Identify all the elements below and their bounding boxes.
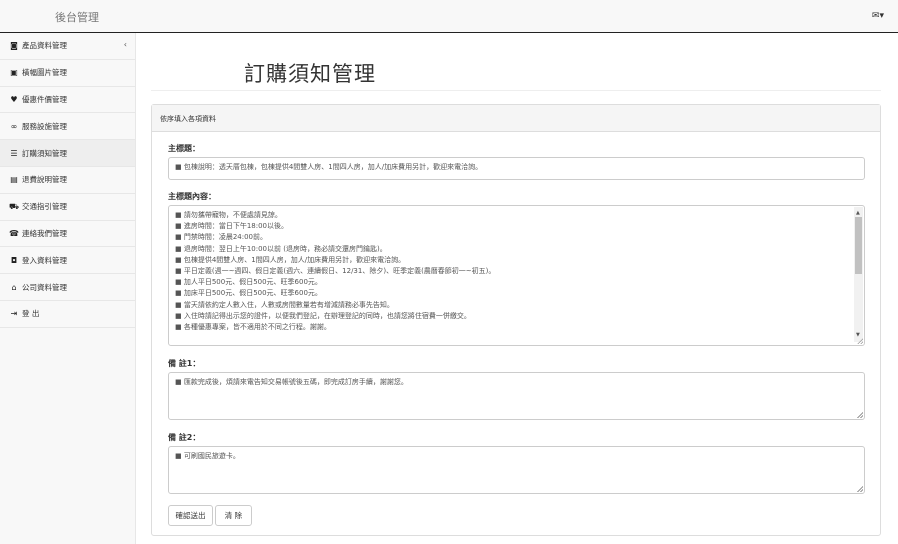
link-icon: ∞ xyxy=(10,121,18,131)
resize-handle-icon[interactable] xyxy=(857,338,863,344)
content-line: ■ 平日定義(週一~週四、假日定義(週六、連續假日、12/31、除夕)、旺季定義… xyxy=(175,267,496,276)
resize-handle-icon[interactable] xyxy=(857,486,863,492)
sidebar-item-logout[interactable]: ⇥ 登 出 xyxy=(0,301,135,328)
content-line: ■ 各種優惠專案，皆不適用於不同之行程。謝謝。 xyxy=(175,323,331,332)
sidebar-item-login-data[interactable]: ◘ 登入資料管理 xyxy=(0,247,135,275)
top-navbar: 後台管理 ✉▾ xyxy=(0,0,898,33)
content-line: ■ 包棟提供4間雙人房、1間四人房，加人/加床費用另計，歡迎來電洽詢。 xyxy=(175,255,406,264)
title-divider xyxy=(151,90,881,91)
users-icon: ◘ xyxy=(10,255,18,265)
content-line: ■ 請勿攜帶寵物，不便處請見諒。 xyxy=(175,211,282,219)
document-icon: ▤ xyxy=(10,175,18,185)
chevron-left-icon[interactable]: ‹ xyxy=(124,40,127,49)
sidebar-item-products[interactable]: ◙ 產品資料管理 ‹ xyxy=(0,33,135,60)
car-icon: ⛟ xyxy=(8,201,20,211)
user-menu-toggle[interactable]: ✉▾ xyxy=(872,11,884,21)
subject-label: 主標題： xyxy=(168,144,200,153)
logout-icon: ⇥ xyxy=(10,309,18,319)
heart-icon: ♥ xyxy=(10,94,18,104)
image-icon: ▣ xyxy=(10,68,18,78)
note2-text: ■ 可刷國民旅遊卡。 xyxy=(175,452,240,460)
sidebar-item-label: 連絡我們管理 xyxy=(22,228,67,238)
sidebar-item-label: 登 出 xyxy=(22,309,40,319)
content-line: ■ 退房時間：翌日上午10:00以前 (退房時，務必請交還房門鑰匙)。 xyxy=(175,244,387,253)
content-line: ■ 加人平日500元、假日500元、旺季600元。 xyxy=(175,278,322,287)
sidebar-item-label: 橫幅圖片管理 xyxy=(22,68,67,78)
sidebar-item-label: 服務設施管理 xyxy=(22,121,67,131)
content-line: ■ 當天請依約定人數入住，人數或房間數量若有增減請務必事先告知。 xyxy=(175,300,394,309)
subject-input[interactable]: ■ 包棟說明：透天厝包棟，包棟提供4間雙人房、1間四人房，加人/加床費用另計，歡… xyxy=(168,157,865,180)
note1-textarea[interactable]: ■ 匯款完成後，煩請來電告知交易帳號後五碼，即完成訂房手續，謝謝您。 xyxy=(168,372,865,420)
phone-icon: ☎ xyxy=(9,228,19,238)
brand-title[interactable]: 後台管理 xyxy=(55,9,99,25)
sidebar-item-traffic[interactable]: ⛟ 交通指引管理 xyxy=(0,194,135,221)
sidebar-item-banners[interactable]: ▣ 橫幅圖片管理 xyxy=(0,60,135,87)
sidebar-item-label: 退費說明管理 xyxy=(22,175,67,185)
page-title: 訂購須知管理 xyxy=(244,62,376,86)
content-line: ■ 入住時請記得出示您的證件，以便我們登記，在辦理登記的同時，也請您將住宿費一併… xyxy=(175,311,471,320)
sidebar-item-label: 登入資料管理 xyxy=(22,255,67,265)
sidebar-item-label: 公司資料管理 xyxy=(22,282,67,292)
sidebar-item-contact[interactable]: ☎ 連絡我們管理 xyxy=(0,221,135,248)
sidebar-item-order-notes[interactable]: ☰ 訂購須知管理 xyxy=(0,140,135,167)
note2-textarea[interactable]: ■ 可刷國民旅遊卡。 xyxy=(168,446,865,494)
clear-button[interactable]: 清 除 xyxy=(215,505,252,526)
content-line: ■ 進房時間：當日下午18:00以後。 xyxy=(175,222,289,231)
content-scrollbar[interactable]: ▲ ▼ xyxy=(854,207,863,342)
note2-label: 備 註2： xyxy=(168,433,201,442)
content-textarea[interactable]: ■ 請勿攜帶寵物，不便處請見諒。 ■ 進房時間：當日下午18:00以後。 ■ 門… xyxy=(168,205,865,346)
submit-button[interactable]: 確認送出 xyxy=(168,505,213,526)
note1-label: 備 註1： xyxy=(168,359,201,368)
caret-down-icon: ▾ xyxy=(879,11,884,21)
sidebar-item-company[interactable]: ⌂ 公司資料管理 xyxy=(0,274,135,301)
scrollbar-thumb[interactable] xyxy=(855,217,862,274)
note1-text: ■ 匯款完成後，煩請來電告知交易帳號後五碼，即完成訂房手續，謝謝您。 xyxy=(175,378,408,386)
sidebar-item-label: 優惠件價管理 xyxy=(22,94,67,104)
resize-handle-icon[interactable] xyxy=(857,412,863,418)
bank-icon: ⌂ xyxy=(11,282,17,292)
sidebar-item-promotions[interactable]: ♥ 優惠件價管理 xyxy=(0,87,135,114)
sidebar-item-label: 訂購須知管理 xyxy=(22,148,67,158)
content-label: 主標題內容： xyxy=(168,192,216,201)
sidebar: ◙ 產品資料管理 ‹ ▣ 橫幅圖片管理 ♥ 優惠件價管理 ∞ 服務設施管理 ☰ … xyxy=(0,33,136,544)
panel-heading: 依序填入各項資料 xyxy=(152,105,880,132)
sidebar-item-label: 產品資料管理 xyxy=(22,41,67,51)
sidebar-item-refund[interactable]: ▤ 退費說明管理 xyxy=(0,167,135,194)
list-icon: ☰ xyxy=(10,148,18,158)
camera-icon: ◙ xyxy=(10,41,18,51)
sidebar-item-label: 交通指引管理 xyxy=(22,202,67,212)
sidebar-item-facilities[interactable]: ∞ 服務設施管理 xyxy=(0,113,135,141)
content-line: ■ 門禁時間：凌晨24:00前。 xyxy=(175,233,268,242)
content-line: ■ 加床平日500元、假日500元、旺季600元。 xyxy=(175,289,322,298)
